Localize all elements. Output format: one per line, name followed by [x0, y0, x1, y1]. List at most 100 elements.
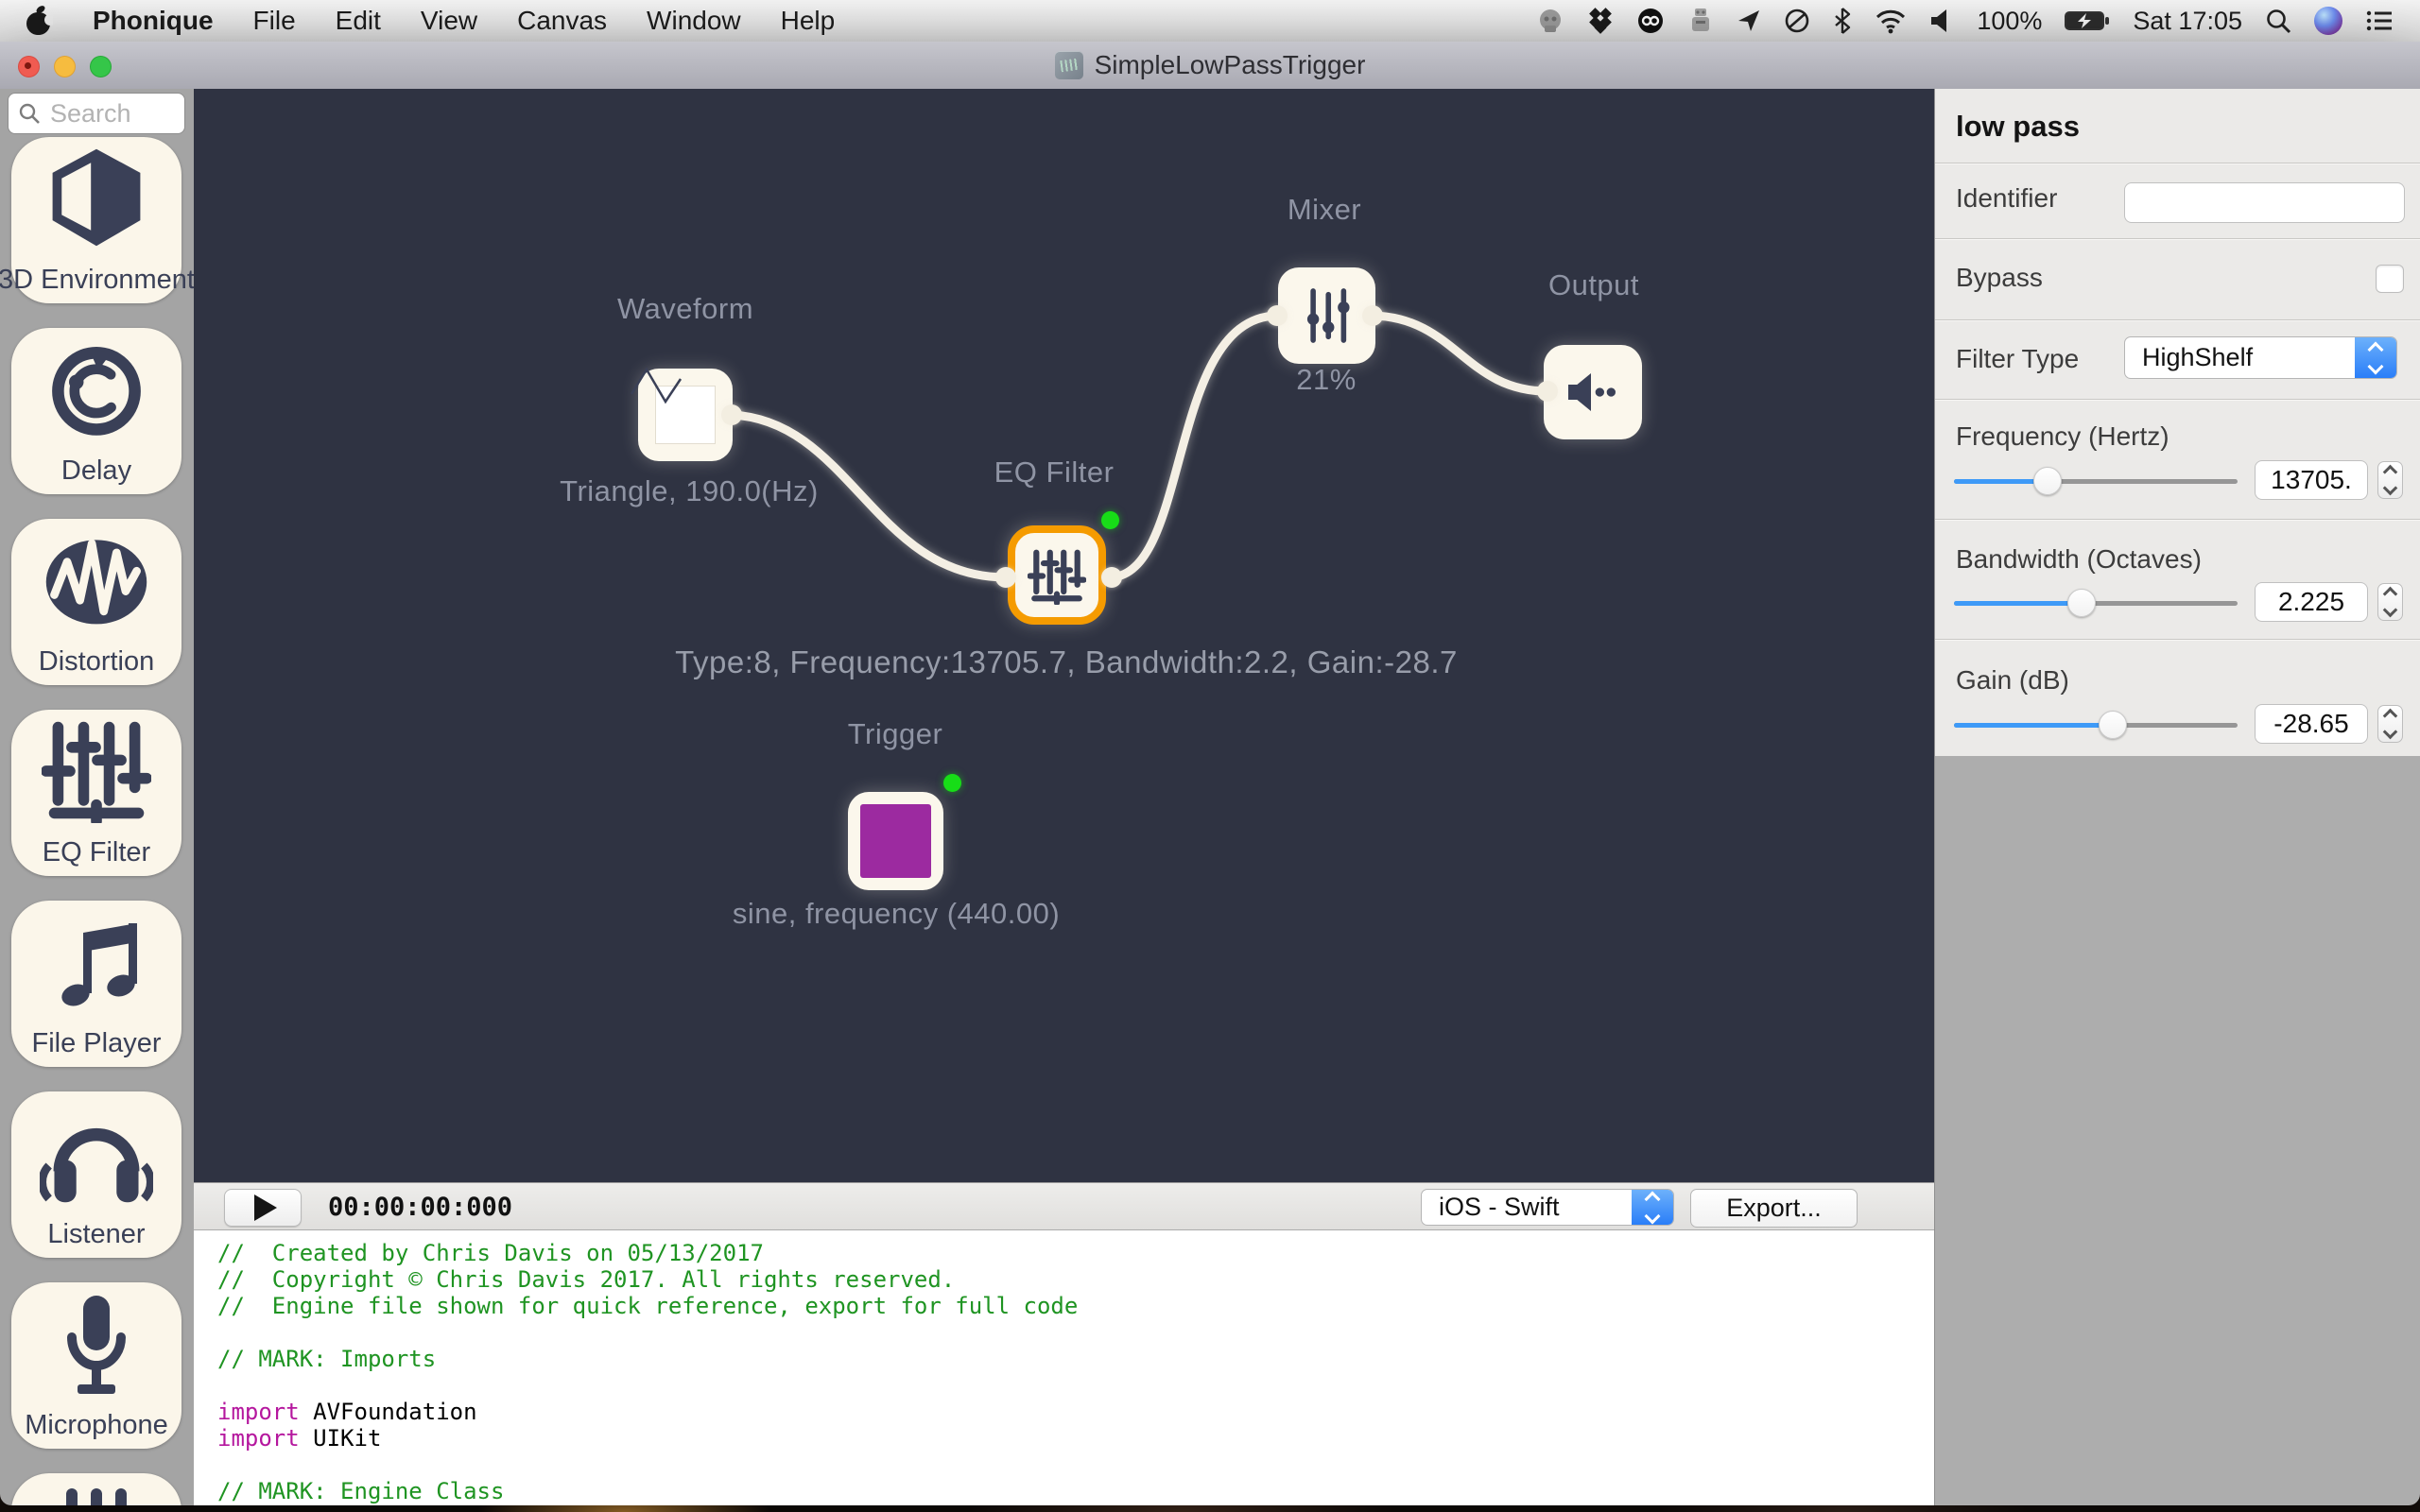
- frequency-slider[interactable]: [1954, 467, 2238, 495]
- menu-canvas[interactable]: Canvas: [517, 6, 607, 36]
- bandwidth-slider-thumb[interactable]: [2067, 589, 2096, 617]
- status-icons: 100% Sat 17:05: [1536, 0, 2394, 42]
- search-input[interactable]: [48, 98, 165, 129]
- palette-item-label: 3D Environment: [0, 265, 194, 296]
- export-label: Export...: [1726, 1194, 1822, 1223]
- bandwidth-stepper[interactable]: [2377, 583, 2403, 621]
- node-label-eq-filter: EQ Filter: [994, 455, 1115, 490]
- code-line: import AVFoundation: [217, 1399, 1934, 1425]
- app-sphere-icon[interactable]: [1536, 7, 1564, 35]
- bandwidth-label: Bandwidth (Octaves): [1956, 544, 2202, 575]
- inspector-title: low pass: [1956, 110, 2080, 144]
- code-line: // MARK: Imports: [217, 1346, 436, 1372]
- code-line: // Copyright © Chris Davis 2017. All rig…: [217, 1266, 955, 1293]
- node-waveform[interactable]: [638, 369, 733, 461]
- clock[interactable]: Sat 17:05: [2133, 7, 2242, 36]
- menu-help[interactable]: Help: [781, 6, 836, 36]
- frequency-value-field[interactable]: 13705.: [2255, 460, 2368, 500]
- creative-cloud-icon[interactable]: [1636, 7, 1665, 35]
- app-window: SimpleLowPassTrigger 3D: [0, 42, 2420, 1505]
- window-title: SimpleLowPassTrigger: [1095, 50, 1366, 80]
- eq-sliders-icon: [42, 717, 151, 823]
- mixer-icon: [1298, 286, 1357, 345]
- robot-icon[interactable]: [1687, 7, 1714, 35]
- bandwidth-slider[interactable]: [1954, 589, 2238, 617]
- battery-charging-icon[interactable]: [2065, 9, 2110, 33]
- port-waveform-out[interactable]: [721, 404, 742, 425]
- identifier-field[interactable]: [2124, 182, 2405, 223]
- export-button[interactable]: Export...: [1690, 1189, 1858, 1228]
- circle-slash-icon[interactable]: [1784, 8, 1810, 34]
- inspector-panel: low pass Identifier Bypass Filter Type H…: [1934, 89, 2420, 1505]
- palette-item-eq-filter[interactable]: EQ Filter: [11, 710, 182, 876]
- node-canvas[interactable]: Waveform Triangle, 190.0(Hz) EQ Filter: [194, 89, 1934, 1182]
- node-label-output: Output: [1548, 268, 1639, 302]
- gain-slider-thumb[interactable]: [2099, 711, 2127, 739]
- code-line-blank: [217, 1452, 1934, 1478]
- waveform-preview: [655, 386, 716, 444]
- play-button[interactable]: [224, 1189, 302, 1227]
- menu-edit[interactable]: Edit: [336, 6, 381, 36]
- port-eq-in[interactable]: [995, 567, 1016, 588]
- platform-dropdown[interactable]: iOS - Swift: [1421, 1189, 1674, 1226]
- palette-item-distortion[interactable]: Distortion: [11, 519, 182, 685]
- code-preview: // Created by Chris Davis on 05/13/2017 …: [194, 1230, 1934, 1505]
- menu-file[interactable]: File: [253, 6, 296, 36]
- node-mixer[interactable]: [1278, 267, 1375, 364]
- port-mixer-out[interactable]: [1362, 305, 1383, 326]
- menu-bar: Phonique File Edit View Canvas Window He…: [0, 0, 2420, 43]
- frequency-label: Frequency (Hertz): [1956, 421, 2169, 452]
- gain-slider[interactable]: [1954, 711, 2238, 739]
- frequency-stepper[interactable]: [2377, 461, 2403, 499]
- node-label-trigger: Trigger: [848, 717, 943, 751]
- code-line-blank: [217, 1372, 1934, 1399]
- headphones-icon: [40, 1099, 153, 1205]
- frequency-slider-thumb[interactable]: [2033, 467, 2062, 495]
- port-mixer-in[interactable]: [1267, 305, 1288, 326]
- volume-icon[interactable]: [1929, 8, 1954, 34]
- palette-item-delay[interactable]: Delay: [11, 328, 182, 494]
- menu-app-name[interactable]: Phonique: [93, 6, 214, 36]
- bypass-checkbox[interactable]: [2376, 265, 2404, 293]
- gain-value-field[interactable]: -28.65: [2255, 704, 2368, 744]
- node-sub-trigger: sine, frequency (440.00): [733, 897, 1060, 931]
- menu-view[interactable]: View: [421, 6, 477, 36]
- port-output-in[interactable]: [1537, 381, 1558, 402]
- eq-filter-active-dot: [1101, 511, 1119, 529]
- node-sub-eq-filter: Type:8, Frequency:13705.7, Bandwidth:2.2…: [675, 644, 1458, 680]
- cube-icon: [42, 145, 151, 250]
- bluetooth-icon[interactable]: [1833, 7, 1852, 35]
- node-label-waveform: Waveform: [617, 292, 753, 326]
- transport-bar: 00:00:00:000 iOS - Swift Export...: [194, 1182, 1934, 1230]
- speaker-icon: [1564, 366, 1621, 419]
- node-sub-waveform: Triangle, 190.0(Hz): [560, 474, 819, 508]
- palette-item-partial[interactable]: [11, 1473, 182, 1505]
- code-line: // Created by Chris Davis on 05/13/2017: [217, 1240, 764, 1266]
- menu-window[interactable]: Window: [647, 6, 741, 36]
- palette-item-label: Microphone: [25, 1410, 168, 1441]
- search-box[interactable]: [8, 93, 185, 134]
- palette-item-microphone[interactable]: Microphone: [11, 1282, 182, 1449]
- notification-list-icon[interactable]: [2365, 9, 2394, 33]
- node-output[interactable]: [1544, 345, 1642, 439]
- filter-type-dropdown[interactable]: HighShelf: [2124, 336, 2397, 379]
- trigger-active-dot: [943, 774, 961, 792]
- location-icon[interactable]: [1737, 9, 1761, 33]
- node-trigger[interactable]: [848, 792, 943, 890]
- palette-item-3d-environment[interactable]: 3D Environment: [11, 137, 182, 303]
- title-bar[interactable]: SimpleLowPassTrigger: [0, 42, 2420, 90]
- spotlight-icon[interactable]: [2265, 8, 2291, 34]
- port-eq-out[interactable]: [1101, 567, 1122, 588]
- dropbox-icon[interactable]: [1587, 7, 1614, 35]
- gain-stepper[interactable]: [2377, 705, 2403, 743]
- wifi-icon[interactable]: [1875, 8, 1907, 34]
- palette-item-file-player[interactable]: File Player: [11, 901, 182, 1067]
- apple-logo-icon[interactable]: [25, 4, 53, 38]
- node-eq-filter[interactable]: [1008, 525, 1106, 625]
- node-palette-sidebar: 3D Environment Delay: [0, 89, 194, 1505]
- bandwidth-value-field[interactable]: 2.225: [2255, 582, 2368, 622]
- music-note-icon: [43, 908, 149, 1014]
- siri-icon[interactable]: [2314, 7, 2342, 35]
- palette-item-label: File Player: [32, 1028, 162, 1059]
- palette-item-listener[interactable]: Listener: [11, 1091, 182, 1258]
